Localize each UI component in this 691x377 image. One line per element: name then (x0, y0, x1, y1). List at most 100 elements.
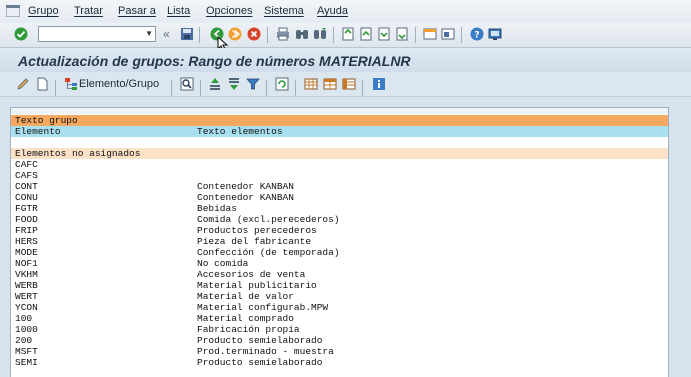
table-icon[interactable] (304, 77, 318, 91)
previous-page-icon[interactable] (359, 27, 373, 41)
list-row[interactable]: WERT Material de valor (11, 291, 668, 302)
list-row[interactable]: 100 Material comprado (11, 313, 668, 324)
title-bar: Actualización de grupos: Rango de número… (0, 48, 691, 72)
find-next-icon[interactable] (313, 27, 327, 41)
last-page-icon[interactable] (395, 27, 409, 41)
layout-icon[interactable] (342, 77, 356, 91)
toolbar-separator (200, 80, 201, 96)
element-group-button[interactable]: Elemento/Grupo (79, 78, 159, 90)
list-row[interactable]: VKHM Accesorios de venta (11, 269, 668, 280)
menu-grupo[interactable]: Grupo (28, 5, 59, 17)
list-row[interactable]: MODE Confección (de temporada) (11, 247, 668, 258)
list-row[interactable]: HERS Pieza del fabricante (11, 236, 668, 247)
standard-toolbar: ▼ « ? (0, 23, 691, 52)
toolbar-separator (333, 27, 334, 43)
print-icon[interactable] (276, 27, 290, 41)
row-element: CAFS (15, 170, 38, 181)
row-text: Pieza del fabricante (197, 236, 312, 247)
row-text: Fabricación propia (197, 324, 300, 335)
command-input[interactable] (41, 28, 145, 42)
row-text: Productos perecederos (197, 225, 317, 236)
list-row[interactable]: 1000 Fabricación propia (11, 324, 668, 335)
command-field[interactable]: ▼ (38, 26, 156, 42)
row-element: 200 (15, 335, 33, 346)
filter-icon[interactable] (246, 77, 260, 91)
row-text: Producto semielaborado (197, 357, 323, 368)
zoom-detail-icon[interactable] (180, 77, 194, 91)
row-element: 1000 (15, 324, 38, 335)
enter-check-icon[interactable] (14, 27, 28, 41)
menu-opciones[interactable]: Opciones (206, 5, 252, 17)
list-row[interactable]: FGTR Bebidas (11, 203, 668, 214)
find-icon[interactable] (295, 27, 309, 41)
row-text: Contenedor KANBAN (197, 192, 294, 203)
menu-tratar[interactable]: Tratar (74, 5, 103, 17)
save-icon[interactable] (180, 27, 194, 41)
create-session-icon[interactable] (423, 27, 437, 41)
information-icon[interactable] (372, 77, 386, 91)
menu-pasar-a[interactable]: Pasar a (118, 5, 156, 17)
row-text: Producto semielaborado (197, 335, 323, 346)
toolbar-separator (295, 80, 296, 96)
row-element: CAFC (15, 159, 38, 170)
unassigned-header: Elementos no asignados (15, 148, 141, 159)
row-text: Accesorios de venta (197, 269, 306, 280)
row-element: MSFT (15, 346, 38, 357)
shortcut-icon[interactable] (441, 27, 455, 41)
list-row[interactable]: CAFS (11, 170, 668, 181)
row-text: Material de valor (197, 291, 294, 302)
application-toolbar: Elemento/Grupo (0, 72, 691, 97)
row-element: WERT (15, 291, 38, 302)
toolbar-separator (55, 80, 56, 96)
svg-text:?: ? (474, 31, 479, 41)
row-text: Contenedor KANBAN (197, 181, 294, 192)
sort-descending-icon[interactable] (227, 77, 241, 91)
menu-lista[interactable]: Lista (167, 5, 190, 17)
toolbar-separator (266, 80, 267, 96)
help-icon[interactable]: ? (470, 27, 484, 41)
row-element: WERB (15, 280, 38, 291)
edit-pencil-icon[interactable] (16, 77, 30, 91)
list-row[interactable]: 200 Producto semielaborado (11, 335, 668, 346)
refresh-icon[interactable] (275, 77, 289, 91)
column-header-element-text: Texto elementos (197, 126, 283, 137)
window-menu-icon[interactable] (6, 5, 20, 17)
cancel-icon[interactable] (247, 27, 261, 41)
row-text: Prod.terminado - muestra (197, 346, 334, 357)
list-row[interactable]: CAFC (11, 159, 668, 170)
collapse-command-icon[interactable]: « (163, 27, 170, 41)
list-row[interactable]: FRIP Productos perecederos (11, 225, 668, 236)
list-row[interactable]: CONT Contenedor KANBAN (11, 181, 668, 192)
row-element: FRIP (15, 225, 38, 236)
new-document-icon[interactable] (35, 77, 49, 91)
row-element: CONT (15, 181, 38, 192)
list-row[interactable]: MSFT Prod.terminado - muestra (11, 346, 668, 357)
row-element: YCON (15, 302, 38, 313)
hierarchy-icon[interactable] (64, 77, 78, 91)
toolbar-separator (171, 80, 172, 96)
customize-layout-icon[interactable] (488, 27, 502, 41)
row-element: 100 (15, 313, 33, 324)
list-row[interactable]: YCON Material configurab.MPW (11, 302, 668, 313)
toolbar-separator (415, 27, 416, 43)
exit-icon[interactable] (228, 27, 242, 41)
row-text: No comida (197, 258, 249, 269)
list-row[interactable]: NOF1 No comida (11, 258, 668, 269)
list-row[interactable]: WERB Material publicitario (11, 280, 668, 291)
sort-ascending-icon[interactable] (208, 77, 222, 91)
chevron-down-icon[interactable]: ▼ (145, 29, 153, 38)
row-text: Material publicitario (197, 280, 317, 291)
next-page-icon[interactable] (377, 27, 391, 41)
list-row[interactable]: CONU Contenedor KANBAN (11, 192, 668, 203)
column-header-row: Elemento Texto elementos (11, 126, 668, 137)
row-element: VKHM (15, 269, 38, 280)
column-header-element: Elemento (15, 126, 61, 137)
menu-sistema[interactable]: Sistema (264, 5, 304, 17)
list-row[interactable]: SEMI Producto semielaborado (11, 357, 668, 368)
row-text: Bebidas (197, 203, 237, 214)
toolbar-separator (199, 27, 200, 43)
column-icon[interactable] (323, 77, 337, 91)
list-row[interactable]: FOOD Comida (excl.perecederos) (11, 214, 668, 225)
first-page-icon[interactable] (341, 27, 355, 41)
menu-ayuda[interactable]: Ayuda (317, 5, 348, 17)
